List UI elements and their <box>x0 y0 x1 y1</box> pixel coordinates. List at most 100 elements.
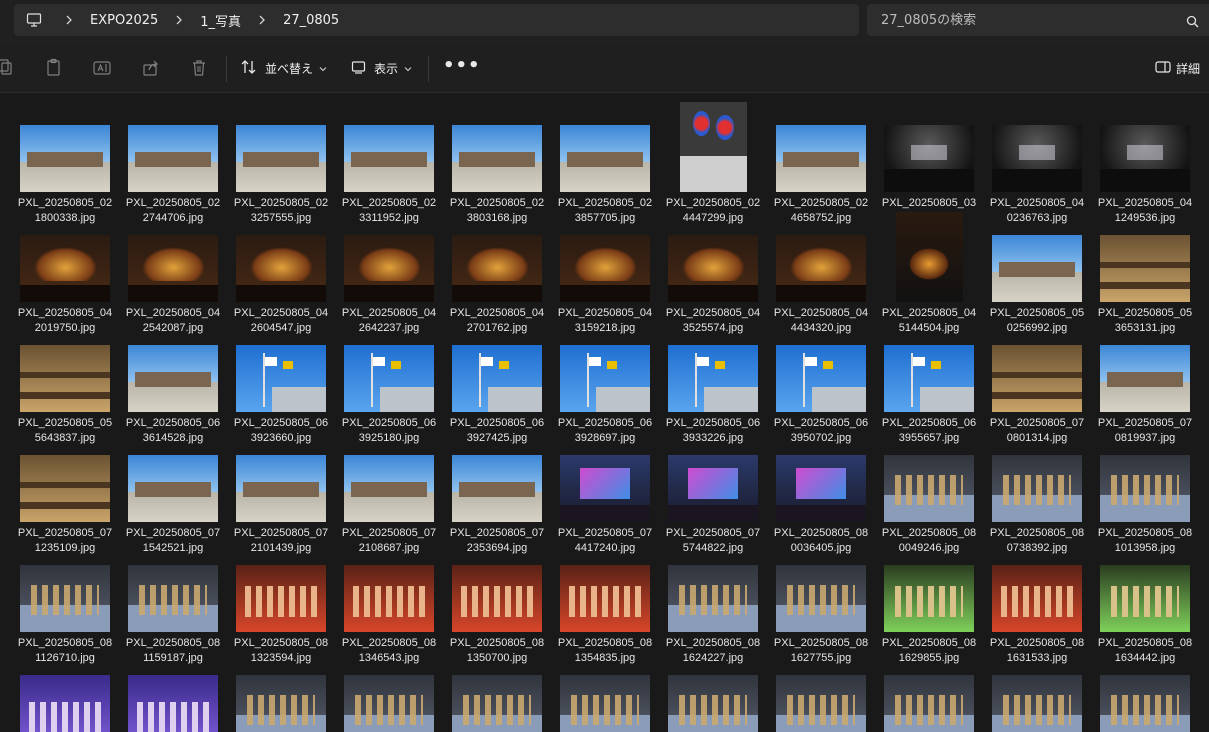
image-thumbnail[interactable] <box>1100 565 1190 632</box>
image-thumbnail[interactable] <box>560 125 650 192</box>
image-thumbnail[interactable] <box>1100 455 1190 522</box>
image-thumbnail[interactable] <box>128 565 218 632</box>
image-thumbnail[interactable] <box>452 565 542 632</box>
image-thumbnail[interactable] <box>776 345 866 412</box>
view-button[interactable]: 表示 <box>351 56 412 80</box>
image-thumbnail[interactable] <box>344 565 434 632</box>
image-thumbnail[interactable] <box>20 565 110 632</box>
file-name-line: PXL_20250805_08 <box>233 637 329 649</box>
file-name: PXL_20250805_05 0256992.jpg <box>983 306 1091 336</box>
image-thumbnail[interactable] <box>452 345 542 412</box>
file-name-line: PXL_20250805_02 <box>773 197 869 209</box>
file-name: PXL_20250805_02 3803168.jpg <box>443 196 551 226</box>
image-thumbnail[interactable] <box>992 125 1082 192</box>
image-thumbnail[interactable] <box>20 455 110 522</box>
image-thumbnail[interactable] <box>776 675 866 732</box>
search-icon[interactable] <box>1186 13 1199 32</box>
image-thumbnail[interactable] <box>344 675 434 732</box>
file-name-line: 3923660.jpg <box>250 432 312 444</box>
file-name-line: 1235109.jpg <box>34 542 96 554</box>
file-name-line: PXL_20250805_04 <box>125 307 221 319</box>
breadcrumb-item-photos[interactable]: 1_写真 <box>194 11 247 30</box>
file-name: PXL_20250805_04 5144504.jpg <box>875 306 983 336</box>
file-name-line: 1159187.jpg <box>143 652 203 664</box>
image-thumbnail[interactable] <box>668 345 758 412</box>
image-thumbnail[interactable] <box>776 455 866 522</box>
image-thumbnail[interactable] <box>776 565 866 632</box>
file-name-line: 1013958.jpg <box>1114 542 1176 554</box>
image-thumbnail[interactable] <box>884 125 974 192</box>
copy-icon[interactable] <box>0 58 16 78</box>
image-thumbnail[interactable] <box>344 125 434 192</box>
image-thumbnail[interactable] <box>992 345 1082 412</box>
monitor-icon[interactable] <box>14 4 54 36</box>
chevron-right-icon[interactable] <box>247 4 277 36</box>
image-thumbnail[interactable] <box>344 235 434 302</box>
image-thumbnail[interactable] <box>236 675 326 732</box>
breadcrumb-item-current[interactable]: 27_0805 <box>277 13 345 28</box>
image-thumbnail[interactable] <box>895 212 963 302</box>
breadcrumb[interactable]: EXPO2025 1_写真 27_0805 <box>14 4 859 36</box>
image-thumbnail[interactable] <box>992 565 1082 632</box>
image-thumbnail[interactable] <box>452 235 542 302</box>
image-thumbnail[interactable] <box>20 345 110 412</box>
image-thumbnail[interactable] <box>668 235 758 302</box>
image-thumbnail[interactable] <box>236 235 326 302</box>
image-thumbnail[interactable] <box>668 455 758 522</box>
file-name-line: PXL_20250805_02 <box>557 197 653 209</box>
image-thumbnail[interactable] <box>1100 235 1190 302</box>
image-thumbnail[interactable] <box>884 675 974 732</box>
image-thumbnail[interactable] <box>560 235 650 302</box>
image-thumbnail[interactable] <box>128 455 218 522</box>
image-thumbnail[interactable] <box>20 125 110 192</box>
more-options-button[interactable]: ••• <box>443 57 481 75</box>
image-thumbnail[interactable] <box>1100 345 1190 412</box>
image-thumbnail[interactable] <box>128 345 218 412</box>
image-thumbnail[interactable] <box>668 565 758 632</box>
image-thumbnail[interactable] <box>236 125 326 192</box>
image-thumbnail[interactable] <box>452 455 542 522</box>
image-thumbnail[interactable] <box>992 675 1082 732</box>
image-thumbnail[interactable] <box>884 565 974 632</box>
image-thumbnail[interactable] <box>560 345 650 412</box>
image-thumbnail[interactable] <box>452 675 542 732</box>
paste-icon[interactable] <box>44 58 64 78</box>
image-thumbnail[interactable] <box>236 565 326 632</box>
image-thumbnail[interactable] <box>992 455 1082 522</box>
share-icon[interactable] <box>141 58 161 78</box>
file-name-line: PXL_20250805_06 <box>557 417 653 429</box>
image-thumbnail[interactable] <box>884 455 974 522</box>
image-thumbnail[interactable] <box>236 345 326 412</box>
image-thumbnail[interactable] <box>452 125 542 192</box>
image-thumbnail[interactable] <box>776 235 866 302</box>
command-bar: 並べ替え 表示 ••• 詳細 <box>0 44 1209 93</box>
search-box[interactable] <box>867 4 1209 36</box>
delete-icon[interactable] <box>189 58 209 78</box>
chevron-right-icon[interactable] <box>164 4 194 36</box>
rename-icon[interactable] <box>92 58 112 78</box>
image-thumbnail[interactable] <box>128 125 218 192</box>
image-thumbnail[interactable] <box>560 675 650 732</box>
image-thumbnail[interactable] <box>344 345 434 412</box>
image-thumbnail[interactable] <box>1100 675 1190 732</box>
image-thumbnail[interactable] <box>20 235 110 302</box>
image-thumbnail[interactable] <box>128 235 218 302</box>
search-input[interactable] <box>867 11 1183 29</box>
image-thumbnail[interactable] <box>128 675 218 732</box>
image-thumbnail[interactable] <box>236 455 326 522</box>
image-thumbnail[interactable] <box>1100 125 1190 192</box>
sort-button[interactable]: 並べ替え <box>240 56 327 80</box>
image-thumbnail[interactable] <box>20 675 110 732</box>
file-name-line: 2019750.jpg <box>34 322 96 334</box>
image-thumbnail[interactable] <box>560 565 650 632</box>
image-thumbnail[interactable] <box>344 455 434 522</box>
image-thumbnail[interactable] <box>668 675 758 732</box>
details-pane-button[interactable]: 詳細 <box>1155 56 1200 80</box>
image-thumbnail[interactable] <box>560 455 650 522</box>
image-thumbnail[interactable] <box>679 102 747 192</box>
breadcrumb-item-expo2025[interactable]: EXPO2025 <box>84 13 164 28</box>
image-thumbnail[interactable] <box>992 235 1082 302</box>
chevron-right-icon[interactable] <box>54 4 84 36</box>
image-thumbnail[interactable] <box>884 345 974 412</box>
image-thumbnail[interactable] <box>776 125 866 192</box>
